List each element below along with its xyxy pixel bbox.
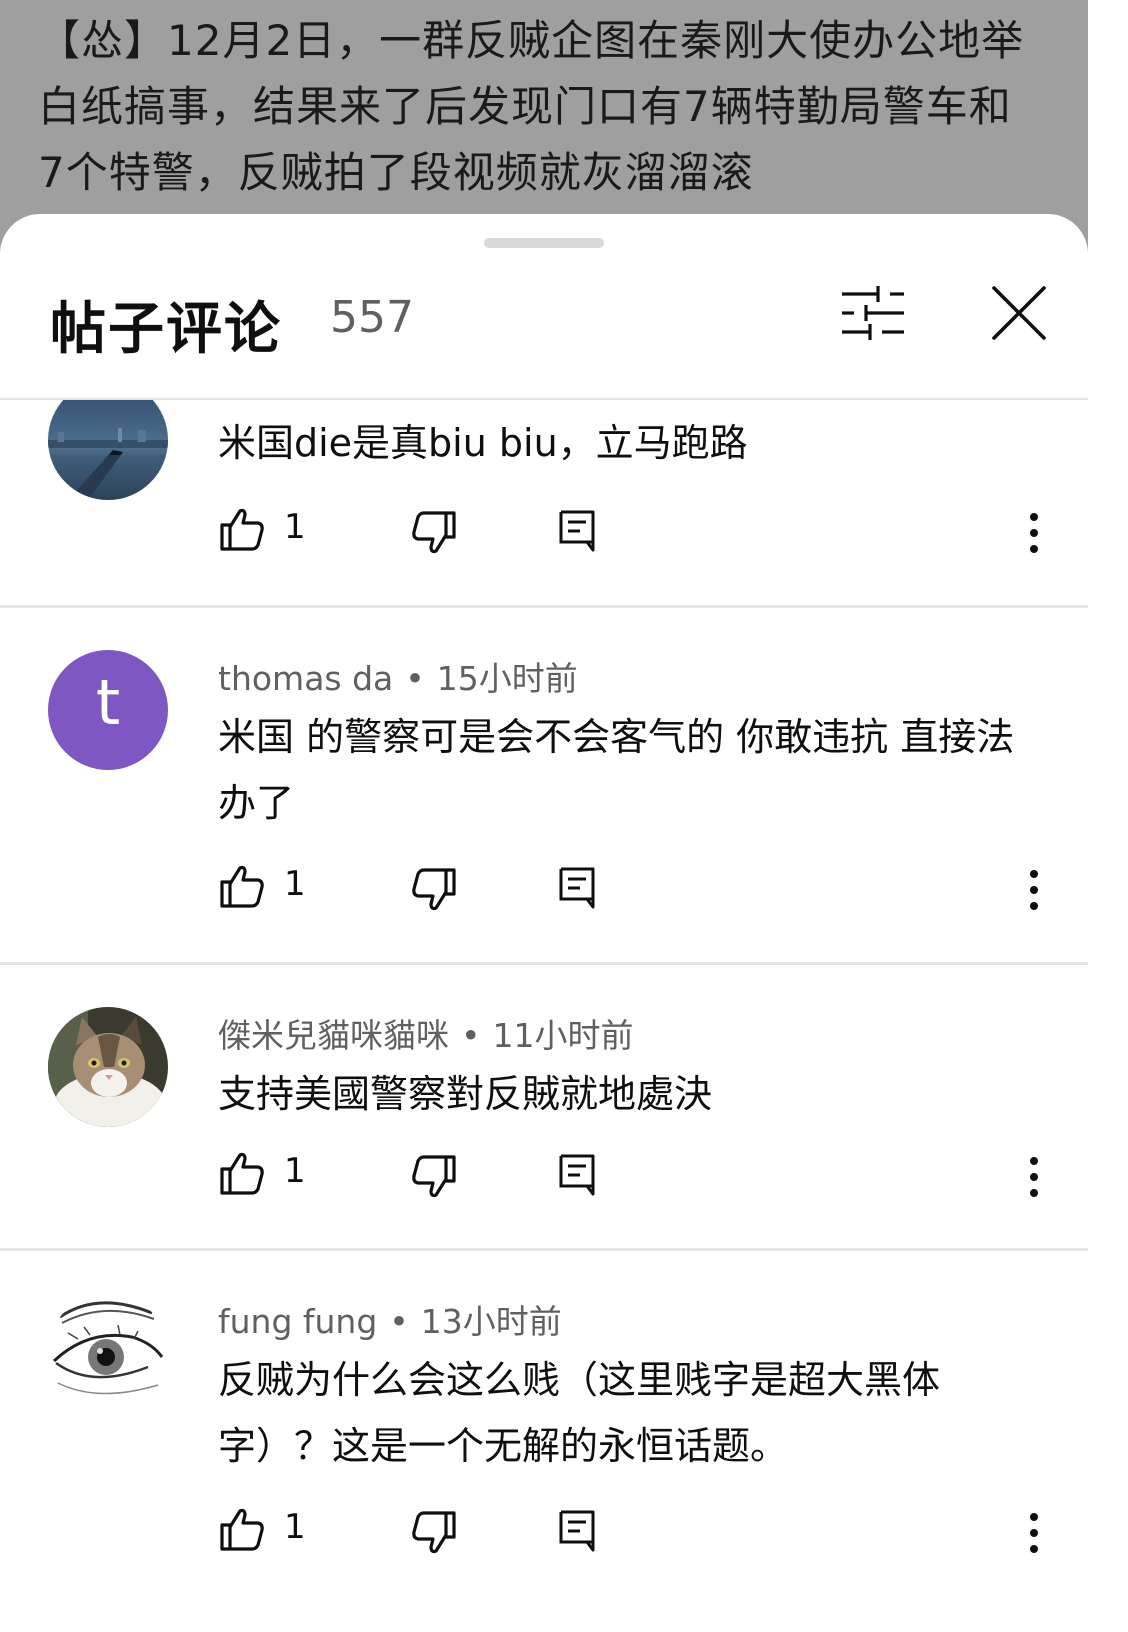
avatar[interactable]: t [48,650,168,770]
comment-actions: 1 [218,1505,1048,1565]
sheet-title: 帖子评论 [50,297,282,362]
comment-text: 反贼为什么会这么贱（这里贱字是超大黑体字）？这是一个无解的永恒话题。 [218,1358,941,1468]
thumb-down-icon [412,1155,456,1198]
screen-edge [1088,0,1128,1632]
comment-actions: 1 [218,505,1048,565]
dislike-button[interactable] [410,1153,458,1201]
reply-icon [559,867,595,909]
comment-meta: thomas da • 15小时前 [218,652,578,700]
close-icon [992,286,1046,340]
comment-time: 15小时前 [436,659,578,698]
dislike-button[interactable] [410,866,458,914]
dislike-button[interactable] [410,1509,458,1557]
like-count: 1 [284,1507,306,1547]
post-text: 【怂】12月2日，一群反贼企图在秦刚大使办公地举白纸搞事，结果来了后发现门口有7… [38,16,1025,197]
like-button[interactable] [218,1505,266,1553]
dislike-button[interactable] [410,509,458,557]
more-button[interactable] [1024,868,1044,912]
more-vert-icon [1030,1513,1038,1553]
thumb-down-icon [412,868,456,911]
harbor-photo-avatar [48,400,168,500]
thumb-down-icon [412,1511,456,1554]
comment-meta: 傑米兒貓咪貓咪 • 11小时前 [218,1009,633,1057]
comment-count: 557 [330,292,414,343]
comment-actions: 1 [218,1149,1048,1209]
more-vert-icon [1030,1157,1038,1197]
like-button[interactable] [218,862,266,910]
like-count: 1 [284,507,306,547]
comments-sheet: 帖子评论 557 米国die是真biu biu，立马跑路 1 t thomas … [0,214,1088,1632]
comment-time: 11小时前 [492,1016,634,1055]
more-button[interactable] [1024,511,1044,555]
reply-icon [559,510,595,552]
comment-text: 支持美國警察對反賊就地處決 [218,1072,713,1116]
comment-list[interactable]: 米国die是真biu biu，立马跑路 1 t thomas da • 15小时… [0,398,1088,1632]
comment-item: 傑米兒貓咪貓咪 • 11小时前 支持美國警察對反賊就地處決 1 [0,965,1088,1251]
thumb-up-icon [220,1508,264,1551]
sliders-icon [842,286,904,340]
reply-icon [559,1154,595,1196]
author-name[interactable]: 傑米兒貓咪貓咪 [218,1016,449,1055]
page: 【怂】12月2日，一群反贼企图在秦刚大使办公地举白纸搞事，结果来了后发现门口有7… [0,0,1088,1632]
comment-time: 13小时前 [420,1302,562,1341]
avatar-letter: t [95,666,121,739]
author-name[interactable]: fung fung [218,1302,377,1341]
thumb-up-icon [220,508,264,551]
comment-item: t thomas da • 15小时前 米国 的警察可是会不会客气的 你敢违抗 直接… [0,608,1088,965]
comment-meta: fung fung • 13小时前 [218,1295,562,1343]
thumb-up-icon [220,865,264,908]
cat-photo-avatar [48,1007,168,1127]
comment-item: 米国die是真biu biu，立马跑路 1 [0,400,1088,608]
reply-button[interactable] [558,866,596,910]
avatar[interactable] [48,400,168,500]
sort-button[interactable] [840,282,906,344]
thumb-up-icon [220,1152,264,1195]
separator-dot: • [389,1302,409,1341]
like-button[interactable] [218,1149,266,1197]
comment-item: fung fung • 13小时前 反贼为什么会这么贱（这里贱字是超大黑体字）？这是… [0,1251,1088,1632]
like-count: 1 [284,864,306,904]
close-button[interactable] [988,282,1050,344]
comment-text: 米国 的警察可是会不会客气的 你敢违抗 直接法办了 [218,715,1015,825]
reply-button[interactable] [558,509,596,553]
sheet-header: 帖子评论 557 [0,254,1088,394]
drag-handle[interactable] [484,238,604,248]
comment-text: 米国die是真biu biu，立马跑路 [218,421,748,465]
thumb-down-icon [412,511,456,554]
comment-actions: 1 [218,862,1048,922]
avatar[interactable] [48,1293,168,1413]
like-count: 1 [284,1151,306,1191]
reply-button[interactable] [558,1509,596,1553]
more-vert-icon [1030,513,1038,553]
more-button[interactable] [1024,1511,1044,1555]
author-name[interactable]: thomas da [218,659,393,698]
reply-button[interactable] [558,1153,596,1197]
separator-dot: • [405,659,425,698]
separator-dot: • [461,1016,481,1055]
like-button[interactable] [218,505,266,553]
eye-sketch-avatar [48,1293,168,1413]
reply-icon [559,1510,595,1552]
avatar[interactable] [48,1007,168,1127]
more-button[interactable] [1024,1155,1044,1199]
more-vert-icon [1030,870,1038,910]
